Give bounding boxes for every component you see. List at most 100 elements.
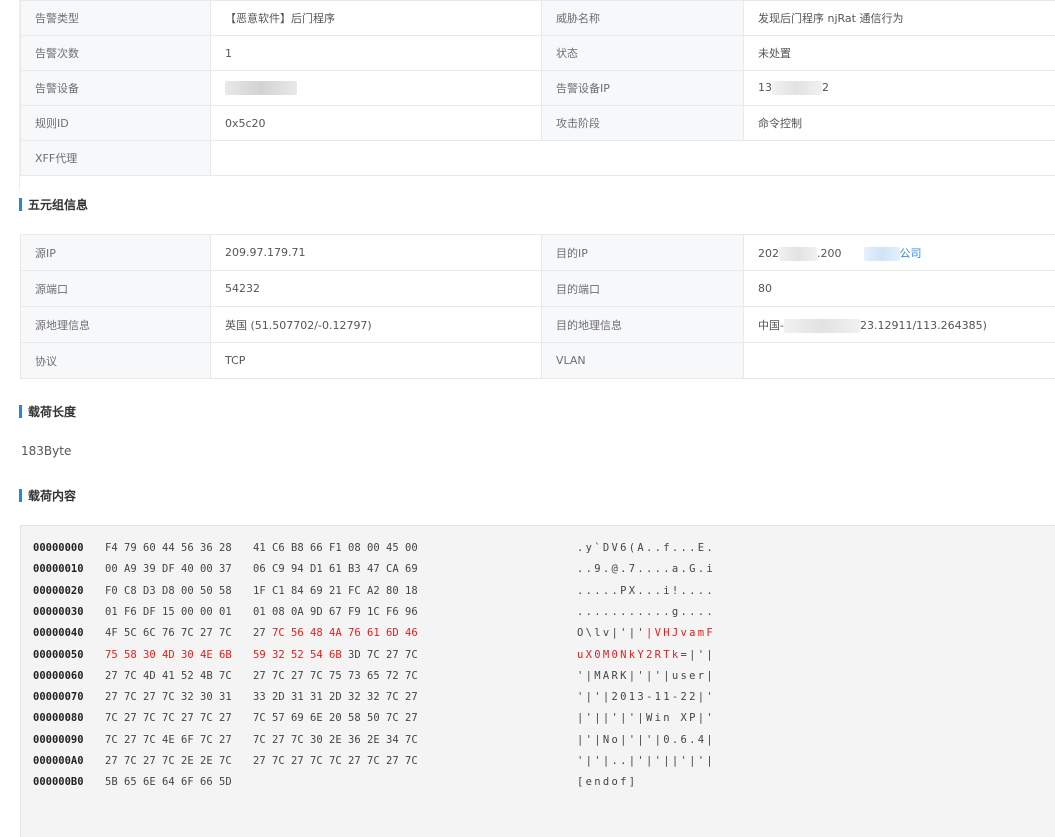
hex-offset: 00000040: [33, 627, 84, 640]
hex-byte: 32: [367, 691, 380, 704]
owner-link[interactable]: 公司: [900, 247, 922, 260]
hex-byte: 75: [329, 669, 342, 682]
hex-byte: DF: [143, 605, 156, 618]
hex-offset: 00000010: [33, 563, 84, 576]
hex-row: 00000020 F0 C8 D3 D8 00 50 58 1F C1 84 69 21 FC A2 80 18…: [21, 581, 1055, 601]
hex-byte: 5D: [219, 776, 232, 789]
hex-byte: 7C: [200, 712, 213, 725]
hex-byte: 6D: [386, 627, 399, 640]
hex-offset: 00000000: [33, 542, 84, 554]
hex-byte: 7C: [143, 712, 156, 725]
hex-byte: 7C: [105, 733, 118, 746]
hex-byte: A2: [367, 584, 380, 597]
hex-byte: 27: [143, 755, 156, 767]
hex-byte: 27: [219, 733, 232, 746]
table-row: 告警次数 1 状态 未处置: [20, 35, 1055, 71]
status-value: 未处置: [743, 35, 1055, 71]
hex-offset: 00000060: [33, 669, 84, 682]
hex-row: 00000090 7C 27 7C 4E 6F 7C 27 7C 27 7C 30 2E 36 2E 34 7C…: [21, 730, 1055, 750]
hex-byte: 27: [105, 755, 118, 767]
hex-byte: 6F: [181, 776, 194, 789]
redacted-block: [863, 246, 900, 261]
hex-byte: D3: [143, 584, 156, 597]
hex-byte: 30: [310, 733, 323, 746]
hex-byte: 54: [310, 648, 323, 661]
hex-byte: 08: [348, 542, 361, 554]
hex-byte: 7C: [405, 733, 418, 746]
hex-ascii: |'||'|'|Win XP|': [577, 712, 715, 725]
section-title: 五元组信息: [28, 197, 89, 212]
hex-byte: 72: [386, 669, 399, 682]
hex-byte: 56: [181, 542, 194, 554]
hex-byte: 2D: [329, 691, 342, 704]
hex-byte: 27: [291, 669, 304, 682]
hex-byte: 6E: [143, 776, 156, 789]
hex-byte: 32: [181, 691, 194, 704]
hex-ascii: ...........g....: [577, 605, 715, 618]
section-marker: [19, 197, 22, 211]
hex-byte: 76: [348, 627, 361, 640]
table-row: 协议 TCP VLAN: [20, 342, 1055, 379]
hex-offset: 00000090: [33, 733, 84, 746]
hex-byte: 45: [386, 542, 399, 554]
hex-byte: 73: [348, 669, 361, 682]
hex-byte: 27: [405, 691, 418, 704]
hex-byte: 27: [291, 755, 304, 767]
hex-byte: B8: [291, 542, 304, 554]
hex-byte: 61: [367, 627, 380, 640]
hex-byte: 30: [143, 648, 156, 661]
table-row: 源端口 54232 目的端口 80: [20, 270, 1055, 307]
hex-byte: FC: [348, 584, 361, 597]
table-row: 规则ID 0x5c20 攻击阶段 命令控制: [20, 105, 1055, 141]
hex-row: 00000060 27 7C 4D 41 52 4B 7C 27 7C 27 7C 75 73 65 72 7C…: [21, 666, 1055, 686]
hex-byte: D8: [162, 584, 175, 597]
hex-offset: 00000050: [33, 648, 84, 661]
hex-byte: 7C: [386, 712, 399, 725]
hex-byte: 27: [348, 755, 361, 767]
hex-byte: 9D: [310, 605, 323, 618]
attack-stage-label: 攻击阶段: [541, 105, 744, 141]
hex-byte: F0: [105, 584, 118, 597]
hex-byte: 27: [405, 712, 418, 725]
hex-byte: 7C: [200, 733, 213, 746]
table-row: 源IP 209.97.179.71 目的IP 202 .200 公司: [20, 234, 1055, 271]
hex-row: 00000030 01 F6 DF 15 00 00 01 01 08 0A 9D 67 F9 1C F6 96…: [21, 602, 1055, 622]
hex-byte: 50: [200, 584, 213, 597]
hex-byte: 27: [219, 712, 232, 725]
hex-byte: 75: [105, 648, 118, 661]
hex-byte: 69: [291, 712, 304, 725]
hex-byte: 2D: [272, 691, 285, 704]
src-ip-label: 源IP: [20, 234, 211, 271]
hex-byte: 6C: [143, 627, 156, 640]
hex-byte: 3D: [348, 648, 361, 661]
hex-byte: 65: [124, 776, 137, 789]
hex-byte: 41: [162, 669, 175, 682]
hex-byte: 01: [253, 605, 266, 618]
hex-byte: 4E: [200, 648, 213, 661]
hex-byte: 7C: [162, 691, 175, 704]
hex-byte: 7C: [181, 627, 194, 640]
section-marker: [19, 404, 22, 418]
alert-count-label: 告警次数: [20, 35, 211, 71]
hex-byte: 27: [105, 691, 118, 704]
hex-byte: 7C: [405, 648, 418, 661]
hex-byte: 40: [181, 563, 194, 576]
hex-byte: 69: [405, 563, 418, 576]
threat-name-value: 发现后门程序 njRat 通信行为: [743, 0, 1055, 36]
payload-content-heading: 载荷内容: [19, 487, 76, 503]
hex-byte: 47: [367, 563, 380, 576]
hex-byte: 44: [162, 542, 175, 554]
hex-byte: 61: [329, 563, 342, 576]
hex-byte: 27: [181, 712, 194, 725]
hex-byte: 64: [162, 776, 175, 789]
hex-byte: 58: [124, 648, 137, 661]
hex-row: 000000B0 5B 65 6E 64 6F 66 5D [endof]: [21, 772, 1055, 792]
hex-byte: 7C: [162, 755, 175, 767]
hex-byte: 52: [291, 648, 304, 661]
hex-ascii: O\lv|'|'|VHJvamF: [577, 627, 715, 640]
hex-byte: 7C: [405, 755, 418, 767]
hex-byte: 00: [181, 605, 194, 618]
hex-row: 000000A0 27 7C 27 7C 2E 2E 7C 27 7C 27 7C 7C 27 7C 27 7C…: [21, 751, 1055, 771]
hex-byte: 27: [124, 733, 137, 746]
hex-byte: F1: [329, 542, 342, 554]
